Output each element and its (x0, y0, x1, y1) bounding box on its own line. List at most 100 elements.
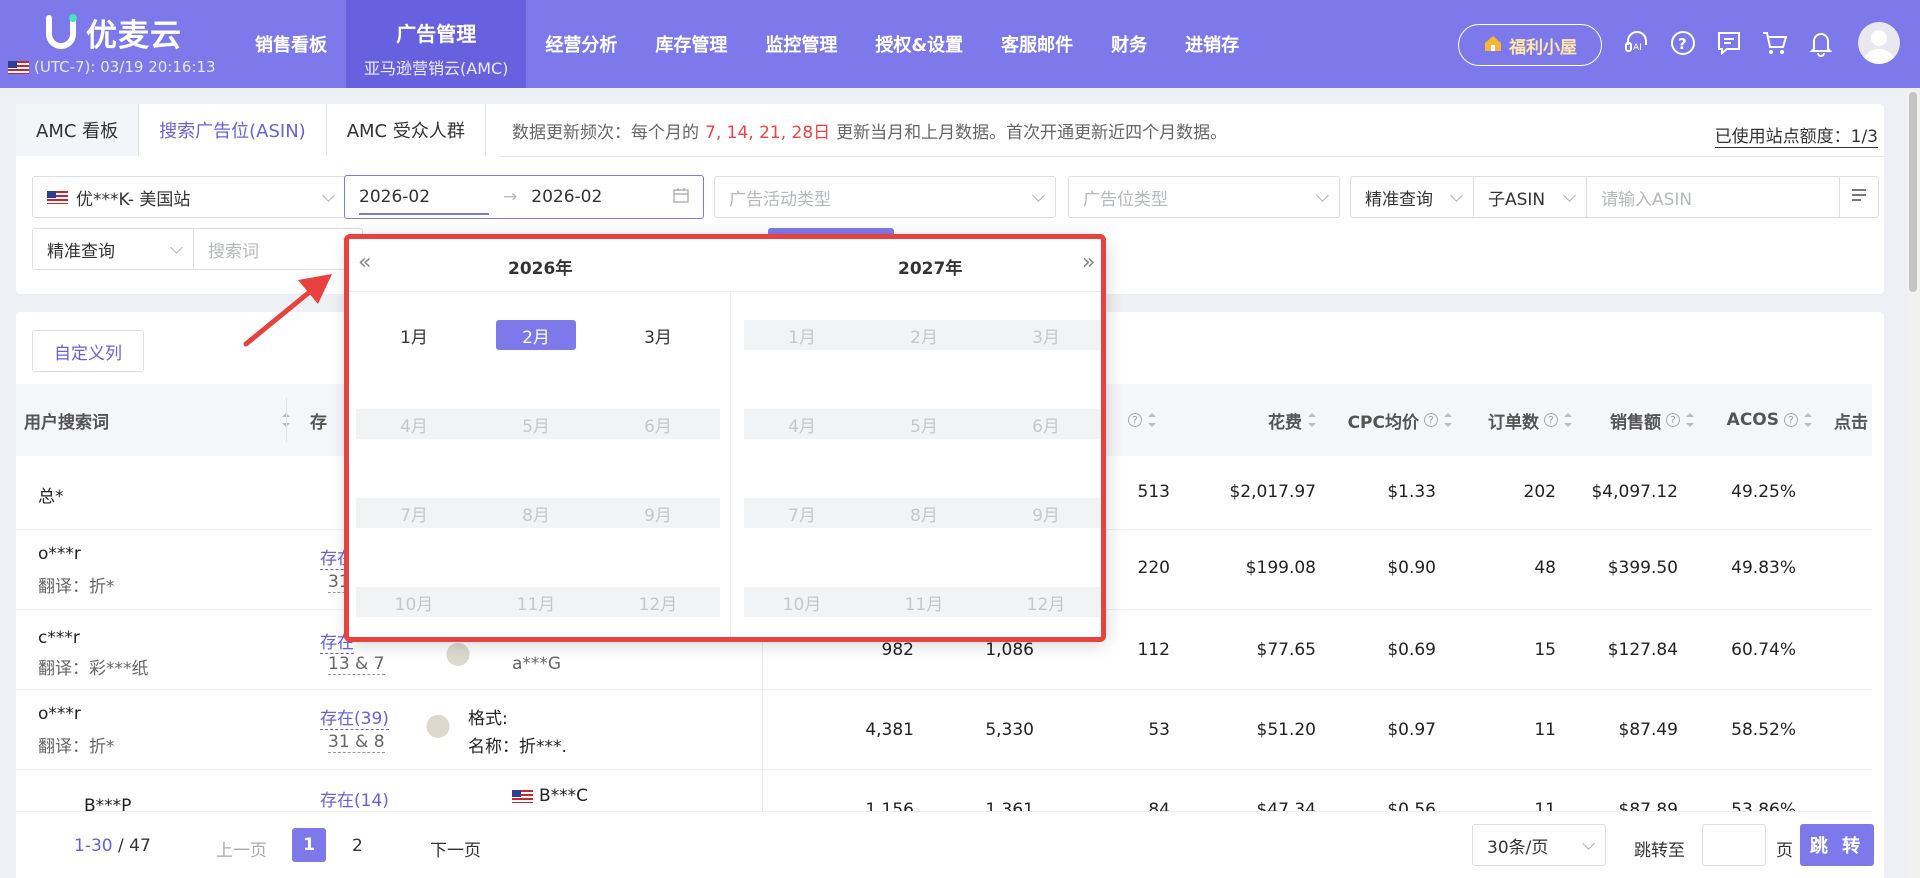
ratio: 31 & 8 (328, 732, 385, 753)
cell-col3: 84 (1148, 800, 1170, 812)
nav-ad-management[interactable]: 广告管理 亚马逊营销云(AMC) (346, 0, 527, 88)
right-year: 2027年 (898, 259, 963, 279)
date-start[interactable]: 2026-02 (359, 187, 489, 215)
search-term: B***P (84, 796, 132, 812)
update-days: 7, 14, 21, 28日 (705, 122, 831, 143)
prev-year-icon[interactable]: « (358, 250, 371, 275)
th-sales[interactable]: 销售额? (1582, 384, 1694, 456)
annotation-arrow-icon (243, 274, 332, 347)
cell-col1: 4,381 (865, 720, 914, 740)
nav-auth-settings[interactable]: 授权&设置 (856, 0, 982, 88)
nav-business-analysis[interactable]: 经营分析 (526, 0, 636, 88)
month-cell: 11月 (516, 594, 556, 615)
asin-type-select[interactable]: 子ASIN (1473, 176, 1587, 218)
record-range: 1-30 / 47 (74, 836, 151, 856)
exist-link[interactable]: 存在(14) (320, 786, 389, 811)
logo-u-icon (44, 14, 78, 50)
sort-icon (1308, 413, 1316, 427)
message-icon[interactable] (1714, 28, 1744, 58)
page-size-select[interactable]: 30条/页 (1472, 824, 1606, 866)
th-cpc[interactable]: CPC均价? (1322, 384, 1452, 456)
cell-acos: 49.83% (1731, 558, 1796, 578)
jump-page-input[interactable] (1702, 824, 1766, 866)
th-search-term[interactable]: 用户搜索词 (24, 384, 290, 456)
tab-divider (500, 156, 1884, 157)
nav-finance[interactable]: 财务 (1092, 0, 1166, 88)
month-cell: 5月 (522, 416, 550, 437)
cell-col1: 982 (881, 640, 914, 660)
next-year-icon[interactable]: » (1082, 250, 1095, 275)
us-flag-icon (512, 789, 533, 803)
month-cell: 10月 (394, 594, 434, 615)
cell-spend: $47.34 (1256, 800, 1316, 812)
asin-input[interactable]: 请输入ASIN (1586, 176, 1856, 218)
month-cell-selected[interactable]: 2月 (496, 320, 576, 350)
month-cell[interactable]: 3月 (618, 320, 698, 350)
cell-acos: 58.52% (1731, 720, 1796, 740)
nav-monitoring[interactable]: 监控管理 (746, 0, 856, 88)
cell-sales: $87.49 (1618, 720, 1678, 740)
nav-sales-dashboard[interactable]: 销售看板 (236, 0, 346, 88)
tab-amc-audience[interactable]: AMC 受众人群 (326, 104, 486, 156)
bell-icon[interactable] (1806, 28, 1836, 58)
exist-link[interactable]: 存在(39) (320, 704, 389, 730)
nav-inventory[interactable]: 库存管理 (636, 0, 746, 88)
cell-col1: 1,156 (865, 800, 914, 812)
th-exist[interactable]: 存 (310, 384, 340, 456)
avatar[interactable] (1858, 22, 1900, 64)
campaign-type-select[interactable]: 广告活动类型 (714, 176, 1056, 218)
page-scrollbar[interactable] (1906, 88, 1920, 878)
table-row: o***r 翻译：折* 存在(39) 31 & 8 格式: 名称：折***. 4… (16, 690, 1872, 770)
month-range-picker[interactable]: 2026-02 → 2026-02 (344, 175, 704, 219)
cell-cpc: $0.56 (1387, 800, 1436, 812)
header-icons: AI ? (1622, 22, 1900, 64)
cell-sales: $87.89 (1618, 800, 1678, 812)
month-cell: 4月 (788, 416, 816, 437)
th-orders[interactable]: 订单数? (1462, 384, 1572, 456)
match-mode-select[interactable]: 精准查询 (1350, 176, 1474, 218)
prev-page-button[interactable]: 上一页 (216, 836, 267, 861)
product-format: 格式: (468, 709, 508, 729)
th-acos[interactable]: ACOS? (1704, 384, 1812, 456)
placement-type-select[interactable]: 广告位类型 (1068, 176, 1340, 218)
month-cell: 4月 (400, 416, 428, 437)
welfare-button[interactable]: 福利小屋 (1458, 24, 1602, 66)
keyword-match-select[interactable]: 精准查询 (32, 228, 194, 270)
keyword-input[interactable]: 搜索词 (193, 228, 363, 270)
timezone-clock: (UTC-7): 03/19 20:16:13 (8, 58, 216, 76)
month-cell: 6月 (1032, 416, 1060, 437)
month-cell: 9月 (1032, 505, 1060, 526)
jump-button[interactable]: 跳 转 (1800, 824, 1874, 866)
month-cell: 10月 (782, 594, 822, 615)
chevron-down-icon (1316, 189, 1329, 202)
nav-customer-email[interactable]: 客服邮件 (982, 0, 1092, 88)
table-row: B***P 存在(14) B***C 1,156 1,361 84 $47.34… (16, 770, 1872, 812)
app-logo[interactable]: 优麦云 (44, 12, 182, 54)
ratio: 31 (328, 572, 350, 593)
next-page-button[interactable]: 下一页 (430, 836, 481, 861)
ai-assistant-icon[interactable]: AI (1622, 28, 1652, 58)
custom-columns-button[interactable]: 自定义列 (32, 330, 144, 372)
tab-amc-dashboard[interactable]: AMC 看板 (16, 104, 140, 156)
scrollbar-thumb[interactable] (1909, 92, 1917, 292)
translation: 翻译：折* (38, 737, 115, 757)
house-icon (1483, 34, 1503, 57)
batch-input-button[interactable] (1839, 176, 1879, 218)
cart-icon[interactable] (1760, 28, 1790, 58)
month-cell: 2月 (910, 327, 938, 348)
month-cell: 8月 (522, 505, 550, 526)
th-spend[interactable]: 花费 (1206, 384, 1316, 456)
store-select[interactable]: 优***K- 美国站 (32, 176, 346, 218)
help-icon[interactable]: ? (1668, 28, 1698, 58)
page-1-button[interactable]: 1 (292, 828, 326, 862)
th-clicks[interactable]: 点击 (1834, 384, 1872, 456)
calendar-icon (673, 187, 689, 208)
cell-acos: 53.86% (1731, 800, 1796, 812)
page-2-button[interactable]: 2 (352, 836, 363, 856)
cell-cpc: $0.97 (1387, 720, 1436, 740)
month-cell[interactable]: 1月 (374, 320, 454, 350)
tab-search-placement-asin[interactable]: 搜索广告位(ASIN) (139, 104, 327, 156)
sort-icon (1564, 413, 1572, 427)
nav-purchase-sales-stock[interactable]: 进销存 (1166, 0, 1258, 88)
date-end[interactable]: 2026-02 (531, 187, 602, 207)
